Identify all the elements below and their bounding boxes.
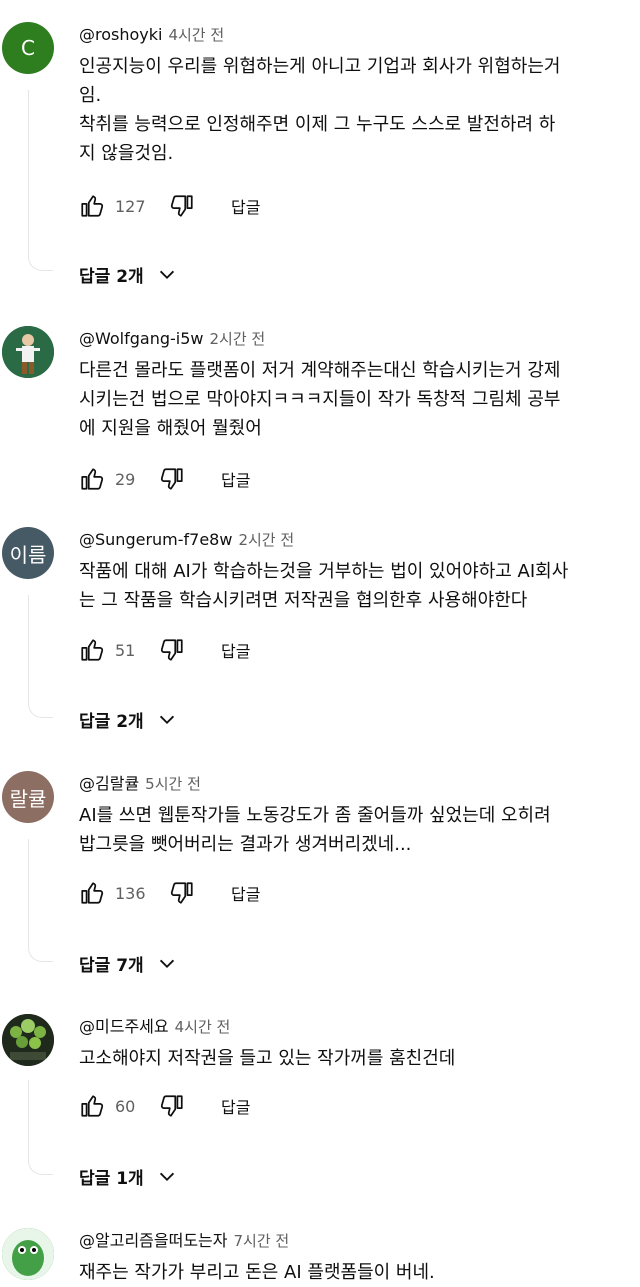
reply-button[interactable]: 답글	[221, 467, 250, 491]
chevron-down-icon	[159, 959, 174, 968]
comment-line: 고소해야지 저작권을 들고 있는 작가꺼를 훔친건데	[79, 1048, 456, 1069]
reply-button[interactable]: 답글	[231, 194, 260, 218]
like-count: 127	[115, 196, 146, 216]
thumbs-up-icon[interactable]	[79, 637, 105, 663]
comment-author[interactable]: @김랄큘	[79, 774, 139, 793]
reply-button[interactable]: 답글	[221, 638, 250, 662]
like-count: 51	[115, 640, 136, 660]
avatar-image	[2, 1014, 54, 1066]
comment-author[interactable]: @Wolfgang-i5w	[79, 329, 204, 348]
avatar-image	[2, 1228, 54, 1280]
thumbs-down-icon[interactable]	[159, 637, 185, 663]
thumbs-down-icon[interactable]	[169, 880, 195, 906]
comment-time[interactable]: 5시간 전	[145, 775, 201, 793]
comment-line: 에 지원을 해줬어 뭘줬어	[79, 418, 262, 439]
thread-line	[28, 90, 53, 271]
thread-line	[28, 839, 53, 962]
like-count: 136	[115, 883, 146, 903]
reply-button[interactable]: 답글	[231, 881, 260, 905]
comment-line: AI를 쓰면 웹툰작가들 노동강도가 좀 줄어들까 싶었는데 오히려	[79, 805, 551, 826]
comment-time[interactable]: 2시간 전	[210, 330, 266, 348]
chevron-down-icon	[159, 1172, 174, 1181]
replies-count-label: 답글 2개	[79, 267, 144, 287]
thumbs-up-icon[interactable]	[79, 193, 105, 219]
comment-text: 인공지능이 우리를 위협하는게 아니고 기업과 회사가 위협하는거 임. 착취를…	[79, 52, 636, 168]
comment-text: 재주는 작가가 부리고 돈은 AI 플랫폼들이 버네.	[79, 1258, 636, 1287]
thumbs-up-icon[interactable]	[79, 466, 105, 492]
avatar[interactable]: 랄큘	[2, 771, 54, 823]
comment-line: 시키는건 법으로 막아야지ㅋㅋㅋ지들이 작가 독창적 그림체 공부	[79, 389, 561, 410]
thread-line	[28, 1080, 53, 1175]
comment-text: 작품에 대해 AI가 학습하는것을 거부하는 법이 있어야하고 AI회사 는 그…	[79, 557, 636, 615]
view-replies-button[interactable]: 답글 1개	[79, 1164, 178, 1189]
comment-line: 는 그 작품을 학습시키려면 저작권을 협의한후 사용해야한다	[79, 590, 528, 611]
replies-count-label: 답글 2개	[79, 712, 144, 732]
comment-time[interactable]: 4시간 전	[175, 1018, 231, 1036]
thread-line	[28, 595, 53, 718]
like-count: 29	[115, 469, 136, 489]
chevron-down-icon	[159, 715, 174, 724]
comment-line: 다른건 몰라도 플랫폼이 저거 계약해주는대신 학습시키는거 강제	[79, 360, 561, 381]
comment-line: 지 않을것임.	[79, 143, 174, 164]
comment-time[interactable]: 2시간 전	[238, 531, 294, 549]
view-replies-button[interactable]: 답글 2개	[79, 707, 178, 732]
avatar-letter: 랄큘	[9, 786, 47, 811]
view-replies-button[interactable]: 답글 2개	[79, 262, 178, 287]
comment-line: 밥그릇을 뺏어버리는 결과가 생겨버리겠네...	[79, 834, 412, 855]
thumbs-down-icon[interactable]	[169, 193, 195, 219]
comment-text: 다른건 몰라도 플랫폼이 저거 계약해주는대신 학습시키는거 강제 시키는건 법…	[79, 356, 636, 443]
reply-button[interactable]: 답글	[221, 1094, 250, 1118]
comment-author[interactable]: @알고리즘을떠도는자	[79, 1231, 227, 1250]
avatar-letter: C	[2, 22, 54, 74]
comment-author[interactable]: @미드주세요	[79, 1017, 169, 1036]
thumbs-down-icon[interactable]	[159, 466, 185, 492]
avatar-image	[2, 326, 54, 378]
comment-line: 재주는 작가가 부리고 돈은 AI 플랫폼들이 버네.	[79, 1262, 435, 1283]
comment-time[interactable]: 7시간 전	[233, 1232, 289, 1250]
comment-line: 착취를 능력으로 인정해주면 이제 그 누구도 스스로 발전하려 하	[79, 114, 556, 135]
avatar[interactable]: C	[2, 22, 54, 74]
avatar[interactable]	[2, 1014, 54, 1066]
like-count: 60	[115, 1096, 136, 1116]
comment-text: AI를 쓰면 웹툰작가들 노동강도가 좀 줄어들까 싶었는데 오히려 밥그릇을 …	[79, 801, 636, 859]
avatar[interactable]: 이름	[2, 527, 54, 579]
chevron-down-icon	[159, 270, 174, 279]
avatar[interactable]	[2, 1228, 54, 1280]
avatar[interactable]	[2, 326, 54, 378]
comment-line: 인공지능이 우리를 위협하는게 아니고 기업과 회사가 위협하는거	[79, 56, 561, 77]
comment-author[interactable]: @roshoyki	[79, 25, 162, 44]
thumbs-up-icon[interactable]	[79, 880, 105, 906]
comment-time[interactable]: 4시간 전	[168, 26, 224, 44]
comment-text: 고소해야지 저작권을 들고 있는 작가꺼를 훔친건데	[79, 1044, 636, 1073]
avatar-letter: 이름	[9, 542, 47, 567]
thumbs-down-icon[interactable]	[159, 1093, 185, 1119]
comment-author[interactable]: @Sungerum-f7e8w	[79, 530, 232, 549]
comment-line: 임.	[79, 85, 102, 106]
view-replies-button[interactable]: 답글 7개	[79, 951, 178, 976]
replies-count-label: 답글 7개	[79, 956, 144, 976]
replies-count-label: 답글 1개	[79, 1169, 144, 1189]
comment-line: 작품에 대해 AI가 학습하는것을 거부하는 법이 있어야하고 AI회사	[79, 561, 569, 582]
thumbs-up-icon[interactable]	[79, 1093, 105, 1119]
